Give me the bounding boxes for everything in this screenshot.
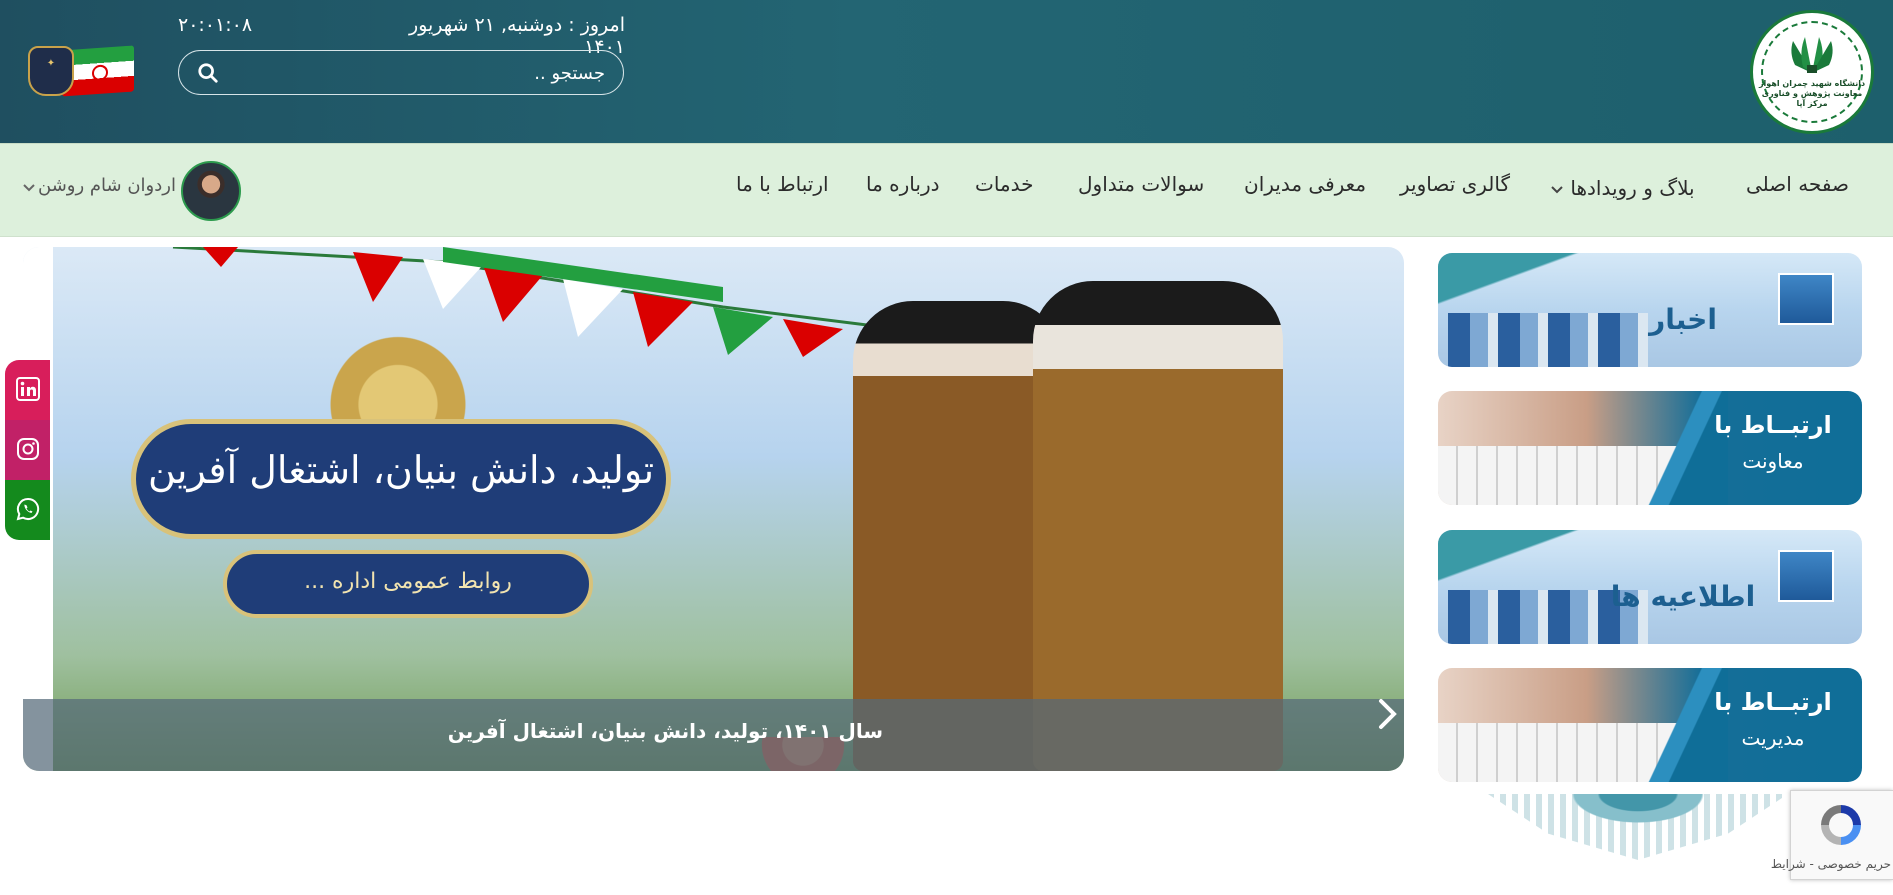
nav-managers[interactable]: معرفی مدیران (1244, 172, 1366, 204)
ornament-crown (323, 322, 473, 432)
tile-ornament-decoration (1488, 794, 1788, 860)
chevron-down-icon (1551, 185, 1563, 193)
card-chevron-decoration (1648, 391, 1728, 505)
contact-deputy-title: ارتبــاط با (1714, 411, 1832, 439)
instagram-button[interactable] (5, 420, 50, 480)
news-card[interactable]: اخبار (1438, 253, 1862, 367)
main-navbar: صفحه اصلی بلاگ و رویدادها گالری تصاویر م… (0, 143, 1893, 237)
search-icon[interactable] (197, 62, 219, 84)
search-input[interactable] (225, 58, 605, 88)
nav-faq-label: سوالات متداول (1078, 172, 1205, 196)
linkedin-icon (16, 377, 40, 401)
contact-deputy-card[interactable]: ارتبــاط با معاونت (1438, 391, 1862, 505)
banner-title-frame: تولید، دانش بنیان، اشتغال آفرین (131, 419, 671, 539)
user-menu[interactable]: اردوان شام روشن (22, 161, 244, 221)
user-chevron-down-icon (23, 184, 35, 192)
contact-management-subtitle: مدیریت (1741, 726, 1805, 750)
nav-gallery-label: گالری تصاویر (1400, 172, 1511, 196)
whatsapp-button[interactable] (5, 480, 50, 540)
banner-subtitle: روابط عمومی اداره ... (304, 569, 512, 594)
university-logo[interactable]: دانشگاه شهید چمران اهواز معاونت پژوهش و … (1750, 10, 1874, 134)
next-arrow-icon[interactable] (1377, 697, 1399, 731)
contact-management-title: ارتبــاط با (1714, 688, 1832, 716)
contact-deputy-subtitle: معاونت (1742, 449, 1804, 473)
nav-home-label: صفحه اصلی (1746, 172, 1849, 196)
card-chevron-decoration (1648, 668, 1728, 782)
flag-emblem: ✦ (28, 45, 138, 98)
nav-about[interactable]: درباره ما (866, 172, 940, 204)
recaptcha-links[interactable]: حریم خصوصی - شرایط (1771, 857, 1891, 871)
user-name: اردوان شام روشن (38, 175, 176, 196)
recaptcha-icon (1821, 805, 1861, 845)
nav-faq[interactable]: سوالات متداول (1078, 172, 1204, 204)
slide-caption-bar: سال ۱۴۰۱، تولید، دانش بنیان، اشتغال آفری… (23, 699, 1404, 771)
news-card-label: اخبار (1649, 303, 1717, 336)
nav-home[interactable]: صفحه اصلی (1746, 172, 1849, 204)
search-box[interactable] (178, 50, 624, 95)
hero-slider[interactable]: تولید، دانش بنیان، اشتغال آفرین روابط عم… (23, 247, 1404, 771)
user-avatar[interactable] (181, 161, 241, 221)
nav-about-label: درباره ما (866, 172, 940, 196)
recaptcha-badge[interactable]: حریم خصوصی - شرایط (1771, 790, 1893, 880)
nav-gallery[interactable]: گالری تصاویر (1400, 172, 1510, 204)
announcements-card-label: اطلاعیه ها (1610, 580, 1756, 613)
nav-services[interactable]: خدمات (975, 172, 1034, 204)
tower-image (1778, 273, 1834, 325)
whatsapp-icon (16, 497, 40, 521)
figure-image-right (1033, 281, 1283, 771)
instagram-icon (17, 438, 39, 460)
nav-contact[interactable]: ارتباط با ما (736, 172, 829, 204)
contact-management-card[interactable]: ارتبــاط با مدیریت (1438, 668, 1862, 782)
banner-title: تولید، دانش بنیان، اشتغال آفرین (147, 448, 655, 492)
nav-managers-label: معرفی مدیران (1244, 172, 1367, 196)
tower-image (1778, 550, 1834, 602)
nav-contact-label: ارتباط با ما (736, 172, 829, 196)
logo-text: دانشگاه شهید چمران اهواز معاونت پژوهش و … (1758, 79, 1866, 108)
announcements-card[interactable]: اطلاعیه ها (1438, 530, 1862, 644)
top-header: دانشگاه شهید چمران اهواز معاونت پژوهش و … (0, 0, 1893, 143)
current-time: ۲۰:۰۱:۰۸ (178, 14, 253, 36)
linkedin-button[interactable] (5, 360, 50, 420)
slide-caption: سال ۱۴۰۱، تولید، دانش بنیان، اشتغال آفری… (447, 719, 883, 743)
logo-leaves-icon (1791, 37, 1833, 73)
nav-blog-events-label: بلاگ و رویدادها (1570, 176, 1695, 200)
emblem-badge-icon: ✦ (28, 46, 74, 96)
nav-blog-events[interactable]: بلاگ و رویدادها (1550, 176, 1695, 208)
banner-subtitle-frame: روابط عمومی اداره ... (223, 550, 593, 618)
nav-services-label: خدمات (975, 172, 1034, 196)
